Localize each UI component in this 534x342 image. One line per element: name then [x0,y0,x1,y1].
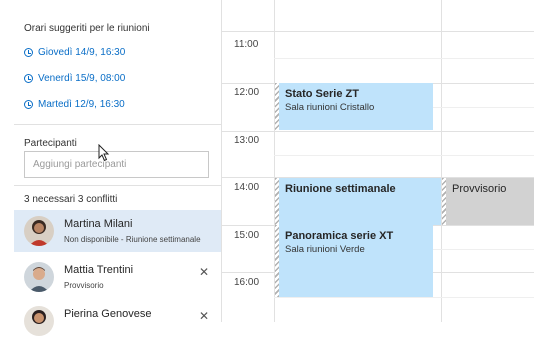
divider [14,124,221,125]
avatar [24,262,54,292]
event-panoramica-serie-xt[interactable]: Panoramica serie XT Sala riunioni Verde [275,225,433,297]
event-riunione-settimanale[interactable]: Riunione settimanale [275,178,441,225]
tentative-stripe [442,178,446,225]
participant-row-pierina[interactable]: Pierina Genovese ✕ [14,300,221,342]
participant-status: Provvisorio [64,281,104,290]
divider [14,185,221,186]
participant-name: Pierina Genovese [64,308,152,320]
mouse-cursor-icon [98,144,110,162]
participant-name: Martina Milani [64,218,133,230]
event-provvisorio[interactable]: Provvisorio [442,178,534,225]
avatar [24,306,54,336]
suggestion-3[interactable]: Martedì 12/9, 16:30 [24,99,125,110]
half-hour-line [274,58,534,59]
suggestion-2[interactable]: Venerdì 15/9, 08:00 [24,73,125,84]
event-title: Stato Serie ZT [285,88,359,100]
suggestion-label: Venerdì 15/9, 08:00 [38,73,126,84]
event-stato-serie-zt[interactable]: Stato Serie ZT Sala riunioni Cristallo [275,83,433,130]
half-hour-line [274,155,534,156]
remove-participant-button[interactable]: ✕ [199,309,209,323]
tentative-stripe [275,225,279,297]
event-title: Provvisorio [452,183,507,195]
column-divider [441,0,442,322]
time-label: 16:00 [234,277,260,288]
participant-row-martina[interactable]: Martina Milani Non disponibile - Riunion… [14,210,221,252]
time-label: 13:00 [234,135,260,146]
hour-line [222,131,534,132]
avatar [24,216,54,246]
clock-icon [24,74,33,83]
remove-participant-button[interactable]: ✕ [199,265,209,279]
time-label: 14:00 [234,182,260,193]
participant-row-mattia[interactable]: Mattia Trentini Provvisorio ✕ [14,256,221,298]
time-label: 12:00 [234,87,260,98]
participant-status: Non disponibile - Riunione settimanale [64,235,201,244]
participants-label: Partecipanti [24,138,77,149]
suggestion-label: Martedì 12/9, 16:30 [38,99,125,110]
clock-icon [24,48,33,57]
requirements-summary: 3 necessari 3 conflitti [24,194,118,205]
event-title: Panoramica serie XT [285,230,394,242]
suggestion-1[interactable]: Giovedì 14/9, 16:30 [24,47,125,58]
time-label: 15:00 [234,230,260,241]
event-title: Riunione settimanale [285,183,396,195]
clock-icon [24,100,33,109]
hour-line [222,31,534,32]
tentative-stripe [275,83,279,130]
suggestion-label: Giovedì 14/9, 16:30 [38,47,126,58]
tentative-stripe [275,178,279,225]
add-participants-input[interactable]: Aggiungi partecipanti [24,151,209,178]
half-hour-line [274,297,534,298]
suggested-times-title: Orari suggeriti per le riunioni [24,23,150,34]
scheduling-panel: Orari suggeriti per le riunioni Giovedì … [0,0,222,336]
calendar-grid: 11:00 12:00 13:00 14:00 15:00 16:00 Stat… [222,0,534,322]
time-label: 11:00 [234,39,259,50]
event-location: Sala riunioni Verde [285,244,365,255]
event-location: Sala riunioni Cristallo [285,102,375,113]
participant-name: Mattia Trentini [64,264,134,276]
